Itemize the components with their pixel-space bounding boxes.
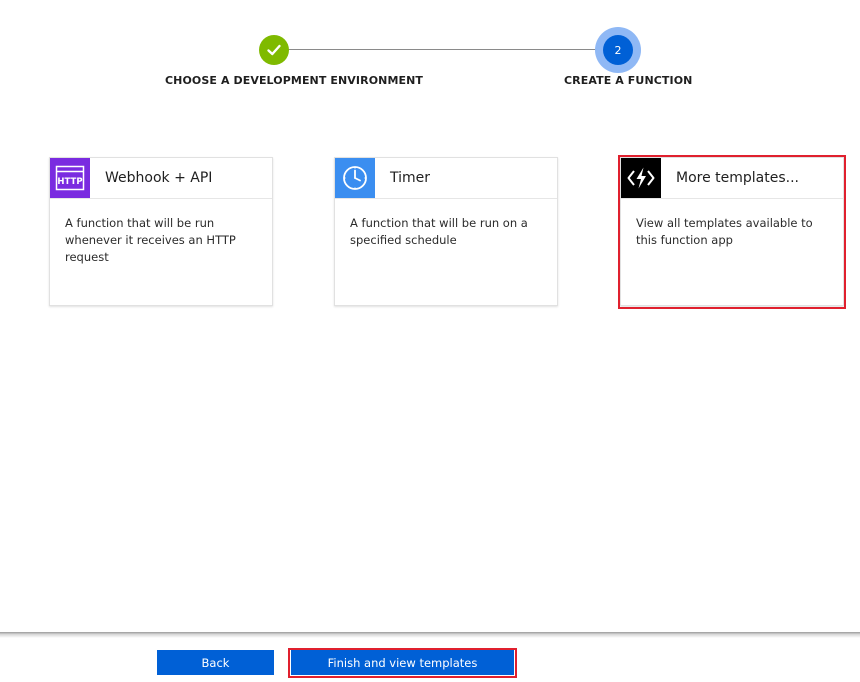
card-title: Timer bbox=[390, 170, 431, 186]
template-card-webhook-api[interactable]: HTTP Webhook + API A function that will … bbox=[49, 157, 273, 306]
function-bolt-icon bbox=[621, 158, 661, 198]
finish-and-view-templates-button[interactable]: Finish and view templates bbox=[291, 650, 514, 675]
card-description: A function that will be run on a specifi… bbox=[350, 216, 528, 247]
card-title: More templates... bbox=[676, 170, 799, 186]
card-header: Timer bbox=[335, 158, 557, 199]
footer-divider bbox=[0, 632, 860, 638]
step-2-number: 2 bbox=[603, 35, 633, 65]
clock-icon bbox=[335, 158, 375, 198]
step-2-label: CREATE A FUNCTION bbox=[564, 74, 693, 87]
step-1-complete-checkmark-icon bbox=[259, 35, 289, 65]
http-icon: HTTP bbox=[50, 158, 90, 198]
progress-stepper: CHOOSE A DEVELOPMENT ENVIRONMENT 2 CREAT… bbox=[0, 0, 860, 110]
stepper-connector-line bbox=[288, 49, 598, 50]
back-button[interactable]: Back bbox=[157, 650, 274, 675]
template-card-more-templates[interactable]: More templates... View all templates ava… bbox=[620, 157, 844, 306]
card-description: View all templates available to this fun… bbox=[636, 216, 813, 247]
card-title: Webhook + API bbox=[105, 170, 213, 186]
svg-text:HTTP: HTTP bbox=[57, 177, 82, 187]
card-header: More templates... bbox=[621, 158, 843, 199]
step-1-label: CHOOSE A DEVELOPMENT ENVIRONMENT bbox=[165, 74, 424, 87]
card-header: HTTP Webhook + API bbox=[50, 158, 272, 199]
card-description: A function that will be run whenever it … bbox=[65, 216, 236, 264]
template-card-timer[interactable]: Timer A function that will be run on a s… bbox=[334, 157, 558, 306]
